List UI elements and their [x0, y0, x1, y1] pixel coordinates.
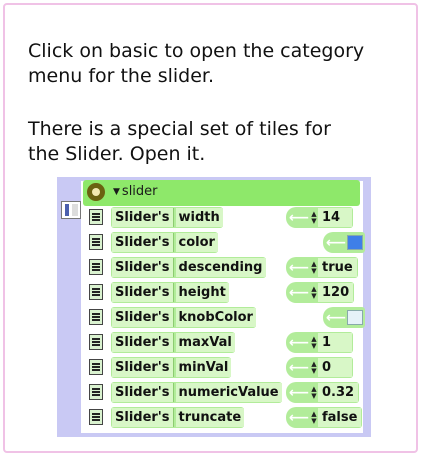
value-field[interactable]: 0.32: [318, 383, 359, 402]
tile-owner-label: Slider's: [112, 408, 174, 427]
value-stepper-icon[interactable]: ▲ ▼: [310, 358, 318, 377]
tile-menu-icon[interactable]: [89, 284, 103, 300]
getter-tile[interactable]: Slider's numericValue: [111, 382, 282, 403]
tile-owner-label: Slider's: [112, 383, 174, 402]
setter-tile[interactable]: ⟵ ▲ ▼ 120: [286, 282, 355, 303]
getter-tile[interactable]: Slider's color: [111, 232, 218, 253]
value-stepper-icon[interactable]: ▲ ▼: [310, 208, 318, 227]
getter-tile[interactable]: Slider's height: [111, 282, 229, 303]
setter-tile[interactable]: ⟵ ▲ ▼ 14: [286, 207, 353, 228]
tile-menu-icon[interactable]: [89, 359, 103, 375]
tile-owner-label: Slider's: [112, 333, 174, 352]
assign-arrow-icon[interactable]: ⟵: [288, 408, 310, 427]
tile-owner-label: Slider's: [112, 358, 174, 377]
viewer-row-color: Slider's color ⟵: [83, 231, 365, 254]
value-stepper-icon[interactable]: ▲ ▼: [310, 283, 318, 302]
viewer-row-descending: Slider's descending ⟵ ▲ ▼ true: [83, 256, 361, 279]
value-stepper-icon[interactable]: ▲ ▼: [310, 258, 318, 277]
tile-menu-icon[interactable]: [89, 234, 103, 250]
value-field[interactable]: 14: [318, 208, 352, 227]
tile-menu-icon[interactable]: [89, 309, 103, 325]
assign-arrow-icon[interactable]: ⟵: [288, 258, 310, 277]
tile-property-label: maxVal: [175, 333, 235, 352]
setter-tile[interactable]: ⟵ ▲ ▼ 1: [286, 332, 353, 353]
tile-menu-icon[interactable]: [89, 384, 103, 400]
category-menu-button[interactable]: ▼ slider: [113, 184, 158, 199]
tile-menu-icon[interactable]: [89, 259, 103, 275]
tile-property-label: truncate: [175, 408, 245, 427]
getter-tile[interactable]: Slider's knobColor: [111, 307, 256, 328]
viewer-row-height: Slider's height ⟵ ▲ ▼ 120: [83, 281, 361, 304]
value-field[interactable]: 1: [318, 333, 352, 352]
assign-arrow-icon[interactable]: ⟵: [288, 333, 310, 352]
tile-owner-label: Slider's: [112, 208, 174, 227]
tile-owner-label: Slider's: [112, 258, 174, 277]
tile-owner-label: Slider's: [112, 233, 174, 252]
category-label: slider: [121, 184, 158, 199]
setter-tile[interactable]: ⟵ ▲ ▼ true: [286, 257, 358, 278]
value-stepper-icon[interactable]: ▲ ▼: [310, 408, 318, 427]
tile-property-label: height: [175, 283, 229, 302]
value-field[interactable]: true: [318, 258, 357, 277]
viewer-row-numericvalue: Slider's numericValue ⟵ ▲ ▼ 0.32: [83, 381, 361, 404]
value-field[interactable]: false: [318, 408, 362, 427]
tile-owner-label: Slider's: [112, 283, 174, 302]
getter-tile[interactable]: Slider's maxVal: [111, 332, 235, 353]
assign-arrow-icon[interactable]: ⟵: [288, 208, 310, 227]
getter-tile[interactable]: Slider's descending: [111, 257, 266, 278]
slider-viewer: ▼ slider Slider's width ⟵ ▲ ▼ 14 Slider's color…: [57, 177, 371, 437]
tile-property-label: numericValue: [175, 383, 282, 402]
tile-property-label: color: [175, 233, 218, 252]
category-menu-arrow-icon: ▼: [113, 186, 120, 197]
object-icon[interactable]: [87, 183, 105, 201]
value-stepper-icon[interactable]: ▲ ▼: [310, 383, 318, 402]
setter-tile[interactable]: ⟵ ▲ ▼ false: [286, 407, 363, 428]
assign-arrow-icon[interactable]: ⟵: [325, 233, 347, 252]
instruction-text-1: Click on basic to open the category menu…: [28, 40, 365, 87]
assign-arrow-icon[interactable]: ⟵: [288, 358, 310, 377]
color-swatch[interactable]: [347, 310, 363, 325]
instruction-text-2: There is a special set of tiles for the …: [28, 118, 331, 165]
viewer-row-knobcolor: Slider's knobColor ⟵: [83, 306, 365, 329]
getter-tile[interactable]: Slider's minVal: [111, 357, 232, 378]
setter-tile[interactable]: ⟵: [323, 232, 365, 253]
tile-property-label: width: [175, 208, 223, 227]
viewer-handle[interactable]: [61, 201, 81, 219]
setter-tile[interactable]: ⟵ ▲ ▼ 0.32: [286, 382, 360, 403]
viewer-row-truncate: Slider's truncate ⟵ ▲ ▼ false: [83, 406, 363, 429]
setter-tile[interactable]: ⟵ ▲ ▼ 0: [286, 357, 353, 378]
tile-property-label: minVal: [175, 358, 232, 377]
assign-arrow-icon[interactable]: ⟵: [288, 383, 310, 402]
getter-tile[interactable]: Slider's truncate: [111, 407, 245, 428]
viewer-row-minval: Slider's minVal ⟵ ▲ ▼ 0: [83, 356, 361, 379]
tile-menu-icon[interactable]: [89, 334, 103, 350]
tile-owner-label: Slider's: [112, 308, 174, 327]
tile-menu-icon[interactable]: [89, 209, 103, 225]
assign-arrow-icon[interactable]: ⟵: [288, 283, 310, 302]
viewer-row-width: Slider's width ⟵ ▲ ▼ 14: [83, 206, 361, 229]
tile-menu-icon[interactable]: [89, 409, 103, 425]
value-field[interactable]: 120: [318, 283, 354, 302]
assign-arrow-icon[interactable]: ⟵: [325, 308, 347, 327]
color-swatch[interactable]: [347, 235, 363, 250]
value-stepper-icon[interactable]: ▲ ▼: [310, 333, 318, 352]
setter-tile[interactable]: ⟵: [323, 307, 365, 328]
value-field[interactable]: 0: [318, 358, 352, 377]
tile-property-label: knobColor: [175, 308, 256, 327]
getter-tile[interactable]: Slider's width: [111, 207, 223, 228]
tile-property-label: descending: [175, 258, 266, 277]
viewer-row-maxval: Slider's maxVal ⟵ ▲ ▼ 1: [83, 331, 361, 354]
viewer-header: ▼ slider: [83, 180, 360, 206]
